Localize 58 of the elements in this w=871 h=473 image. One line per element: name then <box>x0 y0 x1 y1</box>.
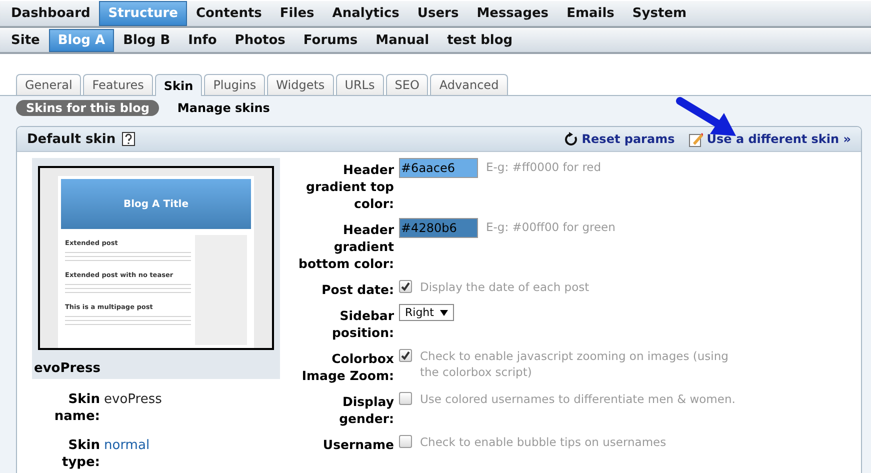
info-value: evoPress <box>104 391 162 409</box>
reset-params-link[interactable]: Reset params <box>564 132 675 146</box>
field-label: Username <box>322 436 394 453</box>
field-hint: E-g: #00ff00 for green <box>486 219 616 235</box>
main-menu-item[interactable]: Emails <box>558 1 624 26</box>
field-hint: Use colored usernames to differentiate men & women. <box>420 391 736 407</box>
color-input-field[interactable]: #6aace6 <box>399 158 478 178</box>
help-icon[interactable] <box>122 132 135 146</box>
skin-label: evoPress <box>34 361 100 376</box>
checkbox[interactable] <box>399 392 412 405</box>
edit-icon <box>688 132 703 146</box>
blog-menu-item[interactable]: Photos <box>226 29 294 52</box>
sub-tab[interactable]: Manage skins <box>167 100 280 116</box>
main-menu-item[interactable]: Dashboard <box>2 1 100 26</box>
blog-menu-item[interactable]: Manual <box>366 29 438 52</box>
main-menu-item[interactable]: System <box>623 1 696 26</box>
field-label: Colorbox Image Zoom: <box>300 350 394 384</box>
field-hint: Check to enable bubble tips on usernames <box>420 434 666 450</box>
sub-tab[interactable]: Skins for this blog <box>16 100 160 116</box>
blog-menu-item[interactable]: Forums <box>294 29 367 52</box>
main-menu-item[interactable]: Analytics <box>323 1 408 26</box>
main-menu-item[interactable]: Messages <box>468 1 558 26</box>
reset-icon <box>564 132 578 146</box>
field-label: Display gender: <box>338 393 394 427</box>
main-menu-item[interactable]: Contents <box>186 1 271 26</box>
sidebar-position-select[interactable]: Right <box>399 304 454 321</box>
tab[interactable]: URLs <box>336 74 384 95</box>
field-hint: E-g: #ff0000 for red <box>486 159 602 175</box>
field-label: Header gradient bottom color: <box>298 221 394 272</box>
checkbox[interactable] <box>399 280 412 293</box>
color-input-field[interactable]: #4280b6 <box>399 218 478 238</box>
use-different-skin-link[interactable]: Use a different skin » <box>688 132 851 146</box>
tab[interactable]: Advanced <box>430 74 508 95</box>
field-hint: Display the date of each post <box>420 279 590 295</box>
field-label: Sidebar position: <box>330 307 394 341</box>
tab[interactable]: Widgets <box>267 74 334 95</box>
panel-title: Default skin <box>27 132 116 146</box>
blog-menu-item[interactable]: Site <box>2 29 49 52</box>
tab[interactable]: SEO <box>386 74 428 95</box>
info-label: Skin name: <box>53 391 100 425</box>
main-menu-item[interactable]: Files <box>270 1 324 26</box>
tab[interactable]: Features <box>83 74 153 95</box>
blog-menu-item[interactable]: Info <box>179 29 226 52</box>
main-menu-item[interactable]: Users <box>408 1 468 26</box>
blog-menu-item[interactable]: Blog B <box>114 29 180 52</box>
field-hint: Check to enable javascript zooming on images (using the colorbox script) <box>420 348 730 380</box>
field-label: Header gradient top color: <box>305 161 394 212</box>
field-label: Post date: <box>320 281 394 298</box>
info-label: Skin type: <box>60 437 100 471</box>
blog-menu-item[interactable]: test blog <box>438 29 522 52</box>
tab[interactable]: Skin <box>154 74 202 96</box>
preview-blog-title: Blog A Title <box>123 198 189 210</box>
info-value: normal <box>104 437 150 455</box>
checkbox[interactable] <box>399 435 412 448</box>
caret-icon <box>440 310 448 316</box>
checkbox[interactable] <box>399 349 412 362</box>
tab[interactable]: General <box>16 74 82 95</box>
tab[interactable]: Plugins <box>204 74 266 95</box>
